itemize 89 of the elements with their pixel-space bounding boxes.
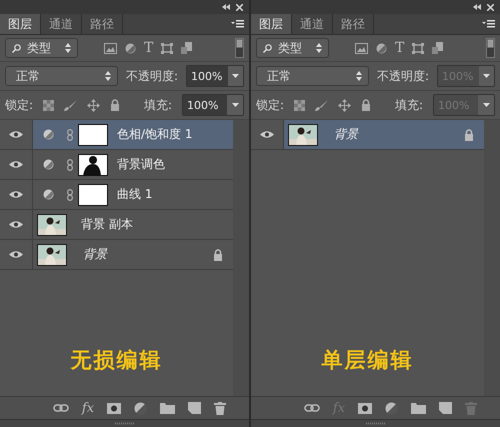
- updown-arrows-icon: [356, 71, 362, 81]
- image-filter-icon[interactable]: [104, 42, 117, 54]
- chain-icon: [67, 128, 73, 140]
- eye-icon[interactable]: [9, 130, 23, 139]
- layer-row[interactable]: 背景 副本: [0, 210, 233, 240]
- fill-field[interactable]: 100%: [182, 94, 244, 116]
- eye-icon[interactable]: [9, 190, 23, 199]
- layer-name: 背景: [334, 126, 358, 143]
- link-icon[interactable]: [52, 403, 69, 413]
- lock-label: 锁定:: [256, 96, 284, 114]
- panel-tab[interactable]: 图层: [0, 14, 41, 34]
- brush-icon[interactable]: [315, 100, 328, 110]
- caret-icon: [232, 74, 240, 78]
- menu-icon[interactable]: [231, 20, 244, 28]
- lock-transparency-icon[interactable]: [43, 100, 54, 110]
- adjustment-layer-icon: [43, 129, 54, 140]
- layer-row[interactable]: 背景: [251, 120, 484, 150]
- updown-arrows-icon: [104, 71, 111, 81]
- blend-mode-dropdown[interactable]: 正常: [5, 66, 118, 86]
- resize-grip-icon[interactable]: [366, 422, 386, 425]
- link-icon[interactable]: [304, 403, 320, 413]
- eye-icon[interactable]: [9, 160, 23, 169]
- layer-name: 背景: [83, 246, 107, 263]
- filter-dropdown[interactable]: 类型: [256, 38, 329, 58]
- layer-name: 背景调色: [117, 156, 165, 173]
- mask-icon[interactable]: [107, 402, 122, 414]
- eye-icon[interactable]: [260, 130, 274, 139]
- panel-tab[interactable]: 图层: [251, 14, 292, 34]
- layer-name: 背景 副本: [81, 216, 133, 233]
- filter-toggle[interactable]: [235, 38, 244, 58]
- fill-label: 填充:: [144, 96, 172, 114]
- adjustment-filter-icon[interactable]: [376, 42, 387, 54]
- adjustment-filter-icon[interactable]: [125, 42, 136, 54]
- folder-icon[interactable]: [160, 402, 176, 414]
- close-icon[interactable]: [236, 4, 243, 10]
- shape-filter-icon[interactable]: [412, 42, 424, 54]
- chain-icon: [67, 158, 73, 170]
- eye-icon[interactable]: [9, 220, 23, 229]
- lock-icon: [110, 99, 120, 111]
- layer-row[interactable]: 色相/饱和度 1: [0, 120, 233, 150]
- trash-icon[interactable]: [214, 402, 226, 414]
- move-icon[interactable]: [338, 98, 352, 112]
- adjustment-layer-icon: [43, 189, 54, 200]
- close-icon[interactable]: [487, 4, 494, 10]
- shape-filter-icon[interactable]: [161, 42, 174, 54]
- opacity-label: 不透明度:: [376, 68, 429, 84]
- updown-arrows-icon: [65, 43, 71, 53]
- opacity-label: 不透明度:: [126, 68, 178, 84]
- adjustment-layer-icon: [43, 159, 54, 170]
- layer-row[interactable]: 背景: [0, 240, 233, 270]
- smart-object-filter-icon[interactable]: [432, 42, 444, 54]
- lock-label: 锁定:: [5, 96, 34, 114]
- lock-icon: [361, 99, 372, 111]
- caption: 无损编辑: [69, 347, 164, 374]
- caret-icon: [482, 103, 490, 107]
- smart-object-filter-icon[interactable]: [181, 42, 192, 54]
- new-layer-icon[interactable]: [439, 402, 452, 414]
- caption: 单层编辑: [320, 347, 414, 374]
- image-filter-icon[interactable]: [355, 42, 368, 54]
- opacity-field[interactable]: 100%: [186, 65, 244, 87]
- menu-icon[interactable]: [482, 20, 495, 28]
- layer-row[interactable]: 背景调色: [0, 150, 233, 180]
- folder-icon[interactable]: [411, 402, 426, 414]
- collapse-icon[interactable]: [222, 4, 230, 10]
- move-icon[interactable]: [87, 98, 100, 112]
- chain-icon: [67, 188, 73, 200]
- adjustment-icon[interactable]: [385, 402, 398, 414]
- filter-toggle[interactable]: [486, 38, 495, 58]
- lock-transparency-icon[interactable]: [294, 100, 306, 110]
- type-filter-icon[interactable]: T: [395, 40, 404, 56]
- updown-arrows-icon: [316, 43, 322, 53]
- filter-dropdown[interactable]: 类型: [5, 38, 78, 58]
- search-icon: [12, 44, 21, 52]
- adjustment-icon[interactable]: [134, 402, 148, 414]
- eye-icon[interactable]: [9, 250, 23, 259]
- mask-icon[interactable]: [358, 402, 372, 414]
- search-icon: [263, 44, 272, 52]
- resize-grip-icon[interactable]: [114, 422, 134, 425]
- caret-icon: [483, 74, 490, 78]
- layer-row[interactable]: 曲线 1: [0, 180, 233, 210]
- caret-icon: [232, 103, 238, 107]
- layer-name: 色相/饱和度 1: [117, 126, 192, 143]
- layer-name: 曲线 1: [117, 186, 152, 203]
- collapse-icon[interactable]: [473, 4, 481, 10]
- new-layer-icon[interactable]: [188, 402, 202, 414]
- brush-icon[interactable]: [64, 100, 78, 110]
- type-filter-icon[interactable]: T: [144, 40, 154, 56]
- fill-label: 填充:: [394, 96, 423, 114]
- fx-icon[interactable]: fx: [82, 400, 94, 416]
